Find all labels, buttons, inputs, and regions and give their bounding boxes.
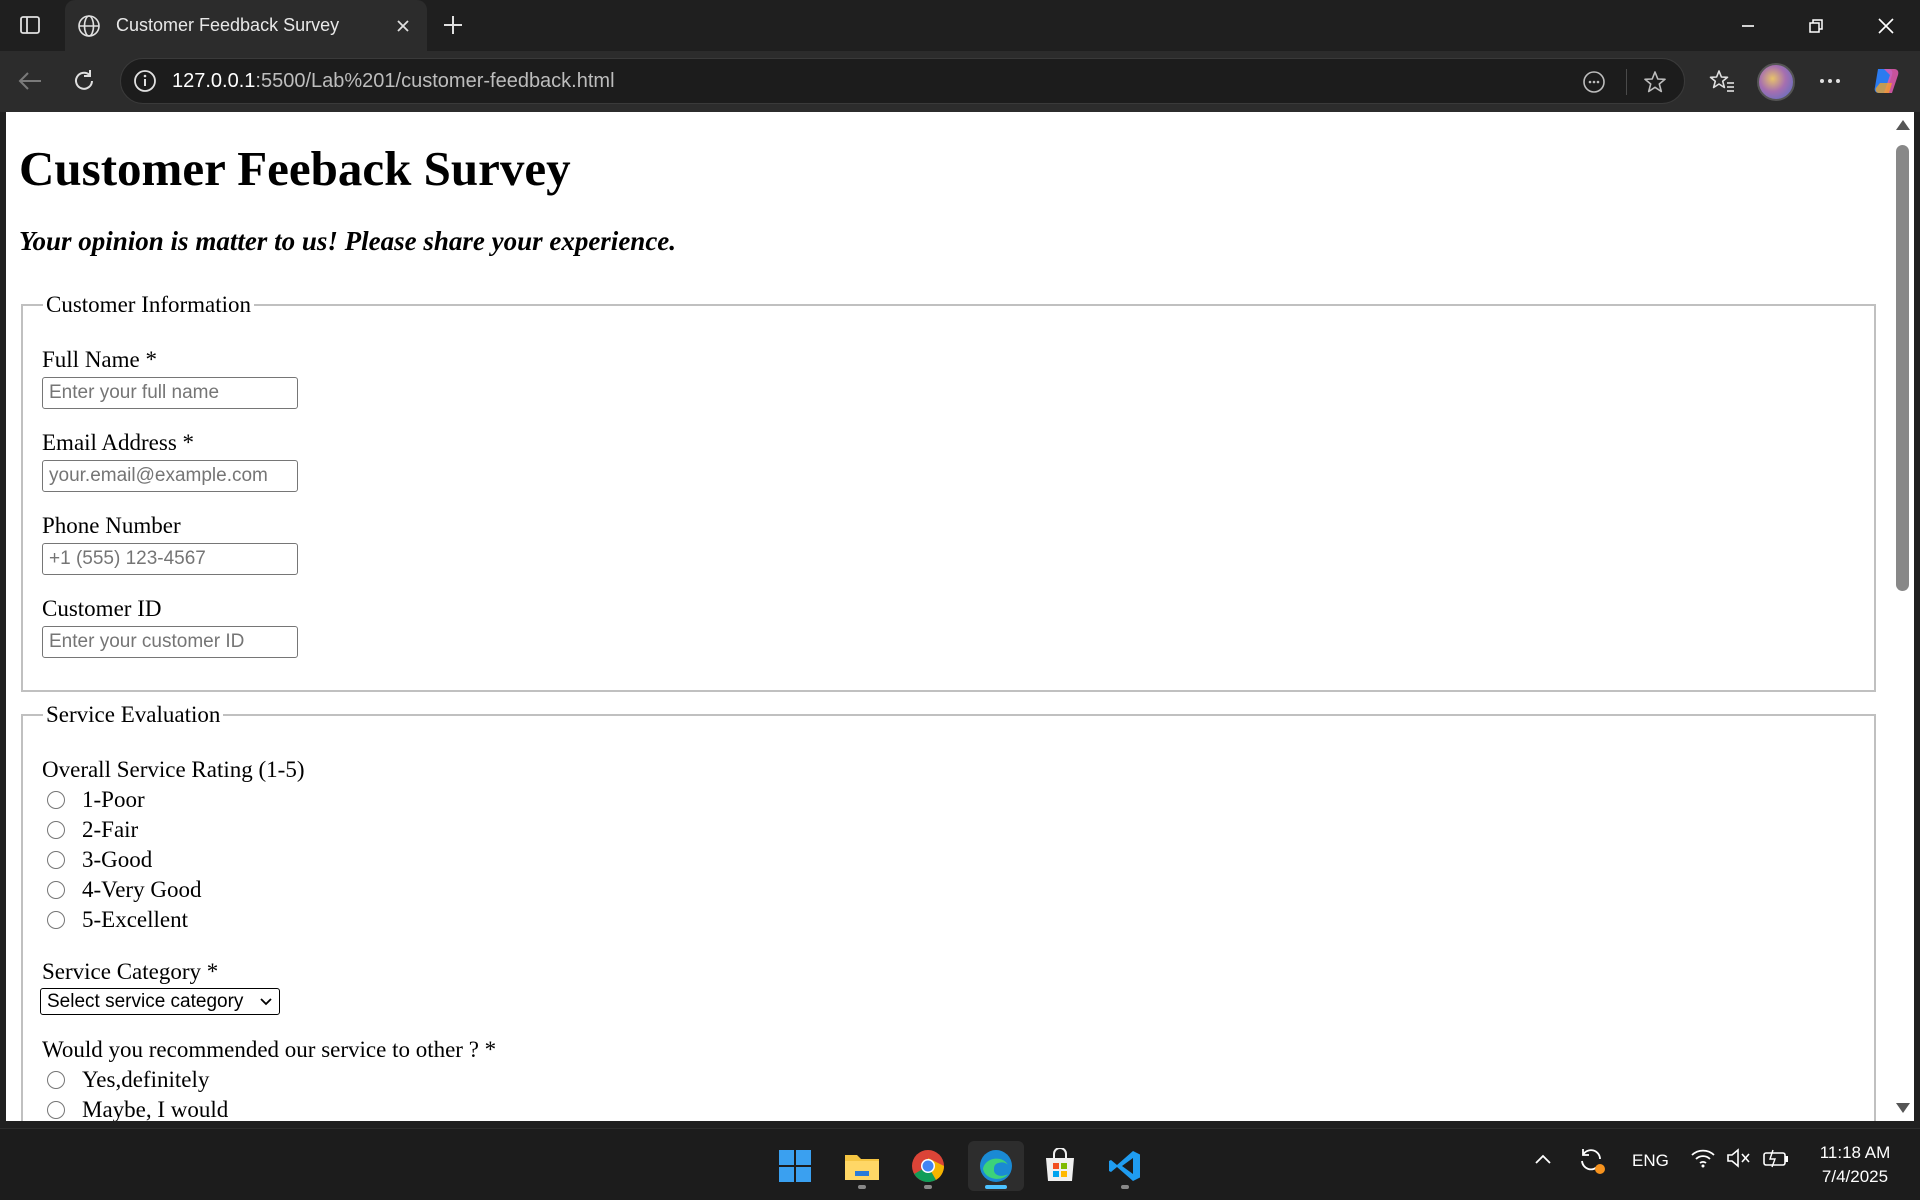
service-evaluation-legend: Service Evaluation (46, 702, 221, 727)
email-input[interactable] (42, 460, 298, 492)
scrollbar-thumb[interactable] (1896, 145, 1909, 591)
vscode-icon[interactable] (1100, 1141, 1150, 1191)
chevron-up-icon[interactable] (1533, 1149, 1553, 1174)
rating-option-label: 4-Very Good (82, 877, 202, 902)
browser-toolbar: 127.0.0.1:5500/Lab%201/customer-feedback… (0, 51, 1920, 112)
copilot-icon[interactable] (1866, 61, 1906, 101)
taskbar-indicator (1121, 1185, 1129, 1189)
sync-icon[interactable] (1576, 1145, 1606, 1180)
recommend-option[interactable]: Maybe, I would (40, 1097, 228, 1121)
close-window-icon[interactable] (1852, 0, 1920, 51)
address-bar[interactable]: 127.0.0.1:5500/Lab%201/customer-feedback… (120, 58, 1685, 104)
close-icon[interactable] (385, 8, 421, 44)
recommend-radio[interactable] (47, 1071, 65, 1089)
rating-radio[interactable] (47, 881, 65, 899)
system-clock[interactable]: 11:18 AM 7/4/2025 (1800, 1141, 1910, 1189)
customer-id-input[interactable] (42, 626, 298, 658)
url-host: 127.0.0.1 (172, 70, 256, 92)
rating-option[interactable]: 2-Fair (40, 817, 138, 843)
info-icon[interactable] (131, 67, 159, 95)
url-path: :5500/Lab%201/customer-feedback.html (255, 70, 615, 92)
rating-radio[interactable] (47, 791, 65, 809)
rating-option[interactable]: 5-Excellent (40, 907, 188, 933)
rating-radio[interactable] (47, 821, 65, 839)
chevron-down-icon (259, 991, 273, 1013)
star-icon[interactable] (1638, 65, 1672, 99)
clock-time: 11:18 AM (1819, 1143, 1891, 1162)
full-name-label: Full Name * (42, 347, 157, 372)
scroll-down-icon[interactable] (1896, 1103, 1910, 1113)
recommend-option[interactable]: Yes,definitely (40, 1067, 209, 1093)
customer-information-fieldset: Customer Information (21, 292, 1876, 692)
service-category-select[interactable]: Select service category (40, 988, 280, 1015)
taskbar-indicator (924, 1185, 932, 1189)
restore-icon[interactable] (1782, 0, 1850, 51)
rating-option-label: 1-Poor (82, 787, 145, 812)
language-indicator[interactable]: ENG (1632, 1151, 1669, 1171)
battery-icon[interactable] (1762, 1147, 1790, 1174)
service-category-value: Select service category (47, 990, 244, 1012)
recommend-option-label: Maybe, I would (82, 1097, 229, 1121)
rating-option[interactable]: 4-Very Good (40, 877, 201, 903)
rating-option[interactable]: 1-Poor (40, 787, 145, 813)
taskbar-indicator-active (985, 1185, 1007, 1189)
page-subtitle: Your opinion is matter to us! Please sha… (19, 226, 677, 256)
page-title: Customer Feeback Survey (19, 141, 571, 196)
chrome-icon[interactable] (903, 1141, 953, 1191)
tab-title: Customer Feedback Survey (116, 15, 340, 35)
wifi-icon[interactable] (1690, 1147, 1716, 1174)
url-text[interactable]: 127.0.0.1:5500/Lab%201/customer-feedback… (172, 70, 615, 93)
minimize-icon[interactable] (1714, 0, 1782, 51)
recommend-radio[interactable] (47, 1101, 65, 1119)
address-separator (1626, 69, 1627, 95)
rating-label: Overall Service Rating (1-5) (42, 757, 305, 782)
back-icon[interactable] (10, 61, 50, 101)
read-aloud-icon[interactable] (1577, 65, 1611, 99)
email-label: Email Address * (42, 430, 195, 455)
customer-id-label: Customer ID (42, 596, 162, 621)
more-icon[interactable] (1810, 61, 1850, 101)
windows-start-icon[interactable] (770, 1141, 820, 1191)
file-explorer-icon[interactable] (837, 1141, 887, 1191)
favorites-icon[interactable] (1702, 61, 1742, 101)
clock-date: 7/4/2025 (1821, 1167, 1889, 1186)
taskbar-indicator (858, 1185, 866, 1189)
reload-icon[interactable] (64, 61, 104, 101)
page-viewport: Customer Feeback Survey Your opinion is … (6, 112, 1891, 1121)
microsoft-store-icon[interactable] (1035, 1141, 1085, 1191)
rating-option[interactable]: 3-Good (40, 847, 152, 873)
browser-tab[interactable]: Customer Feedback Survey (65, 0, 427, 51)
phone-label: Phone Number (42, 513, 181, 538)
plus-icon[interactable] (436, 8, 470, 42)
category-label: Service Category * (42, 959, 219, 984)
rating-radio[interactable] (47, 911, 65, 929)
phone-input[interactable] (42, 543, 298, 575)
rating-option-label: 3-Good (82, 847, 153, 872)
globe-icon (76, 13, 102, 39)
recommend-option-label: Yes,definitely (82, 1067, 210, 1092)
scroll-up-icon[interactable] (1896, 120, 1910, 130)
windows-taskbar: ENG 11:18 AM 7/4/2025 (0, 1128, 1920, 1200)
full-name-input[interactable] (42, 377, 298, 409)
tab-actions-icon[interactable] (12, 10, 48, 40)
profile-avatar[interactable] (1757, 63, 1795, 101)
recommend-label: Would you recommended our service to oth… (42, 1037, 497, 1062)
browser-titlebar: Customer Feedback Survey (0, 0, 1920, 51)
rating-option-label: 2-Fair (82, 817, 139, 842)
page-scrollbar[interactable] (1891, 112, 1914, 1121)
volume-muted-icon[interactable] (1726, 1147, 1752, 1174)
rating-option-label: 5-Excellent (82, 907, 189, 932)
edge-icon[interactable] (968, 1141, 1024, 1191)
customer-information-legend: Customer Information (46, 292, 252, 317)
rating-radio[interactable] (47, 851, 65, 869)
